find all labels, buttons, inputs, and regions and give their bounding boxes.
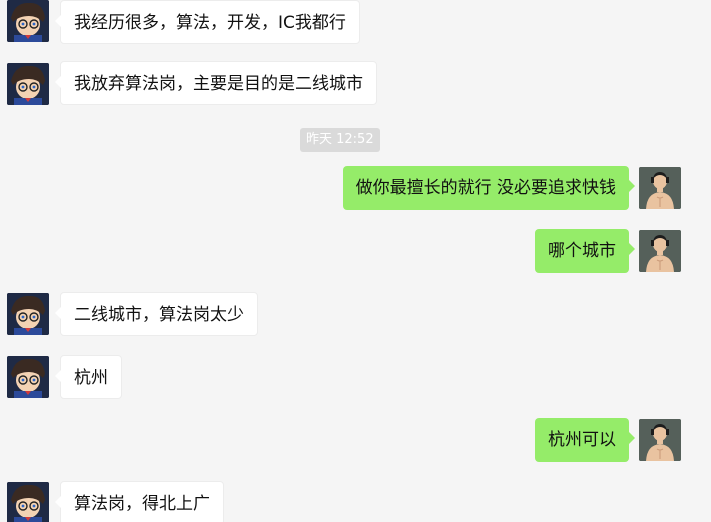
incoming-message-bubble[interactable]: 杭州	[55, 355, 122, 399]
conan-avatar-icon	[7, 482, 49, 522]
shirtless-man-avatar-icon	[639, 419, 681, 461]
incoming-message-bubble[interactable]: 我放弃算法岗，主要是目的是二线城市	[55, 61, 377, 105]
message-text: 我经历很多，算法，开发，IC我都行	[74, 13, 346, 33]
message-text: 杭州可以	[548, 430, 616, 450]
contact-avatar[interactable]	[7, 63, 49, 105]
message-text: 我放弃算法岗，主要是目的是二线城市	[74, 74, 363, 94]
shirtless-man-avatar-icon	[639, 230, 681, 272]
user-avatar[interactable]	[639, 419, 681, 461]
message-text: 算法岗，得北上广	[74, 494, 210, 514]
contact-avatar[interactable]	[7, 356, 49, 398]
chat-history: 我经历很多，算法，开发，IC我都行 我放弃算法岗，主要是目的是二线城市 昨天 1…	[0, 0, 711, 522]
shirtless-man-avatar-icon	[639, 167, 681, 209]
contact-avatar[interactable]	[7, 482, 49, 522]
user-avatar[interactable]	[639, 230, 681, 272]
message-text: 做你最擅长的就行 没必要追求快钱	[355, 178, 616, 198]
incoming-message-bubble[interactable]: 二线城市，算法岗太少	[55, 292, 258, 336]
incoming-message-bubble[interactable]: 算法岗，得北上广	[55, 481, 224, 522]
timestamp-divider: 昨天 12:52	[300, 128, 380, 152]
contact-avatar[interactable]	[7, 293, 49, 335]
user-avatar[interactable]	[639, 167, 681, 209]
message-text: 二线城市，算法岗太少	[74, 305, 244, 325]
message-text: 杭州	[74, 368, 108, 388]
conan-avatar-icon	[7, 356, 49, 398]
contact-avatar[interactable]	[7, 0, 49, 42]
conan-avatar-icon	[7, 63, 49, 105]
conan-avatar-icon	[7, 0, 49, 42]
incoming-message-bubble[interactable]: 我经历很多，算法，开发，IC我都行	[55, 0, 360, 44]
message-text: 哪个城市	[548, 241, 616, 261]
outgoing-message-bubble[interactable]: 杭州可以	[535, 418, 635, 462]
outgoing-message-bubble[interactable]: 哪个城市	[535, 229, 635, 273]
outgoing-message-bubble[interactable]: 做你最擅长的就行 没必要追求快钱	[342, 166, 636, 210]
conan-avatar-icon	[7, 293, 49, 335]
